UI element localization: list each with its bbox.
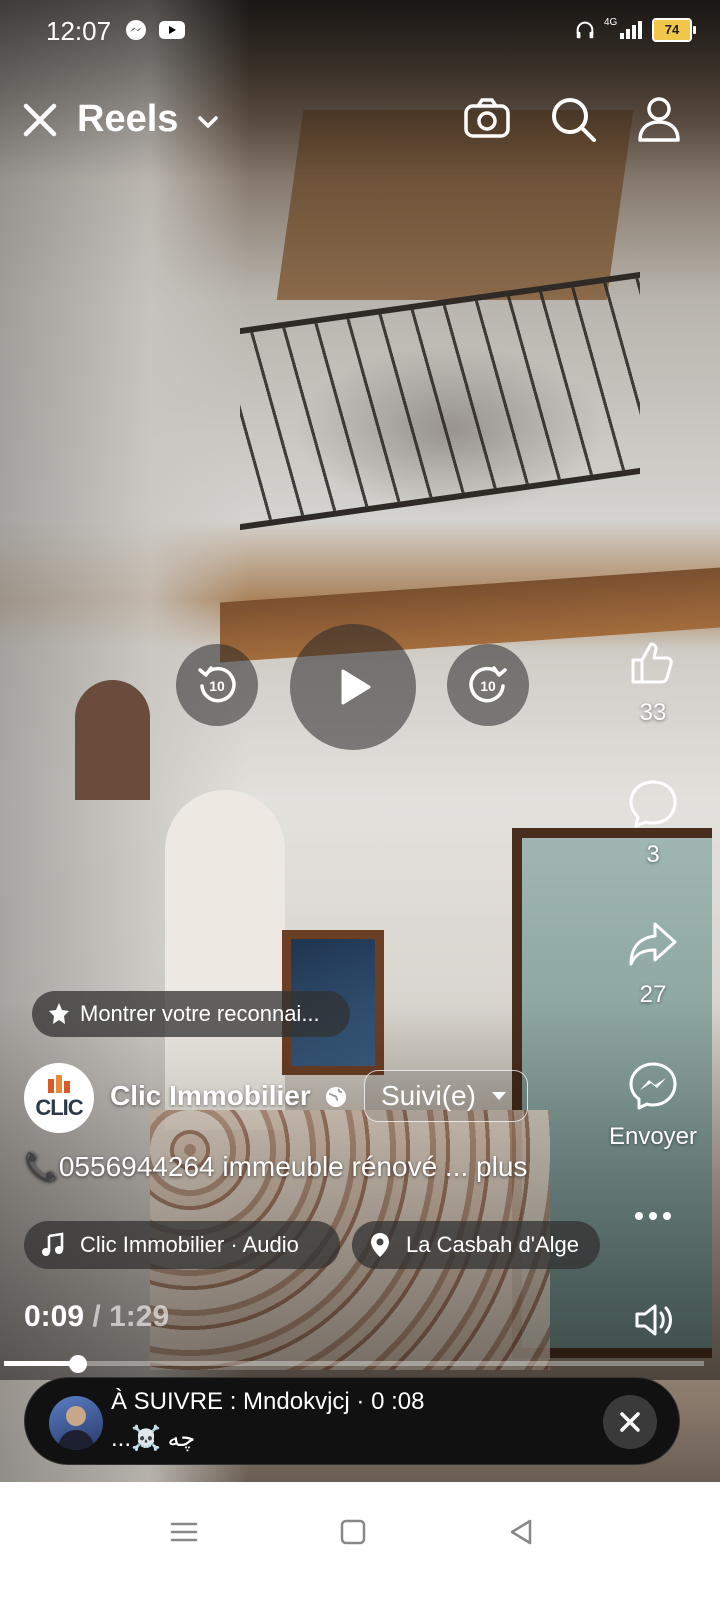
headphones-icon: [576, 21, 594, 39]
comment-action[interactable]: 3: [608, 778, 698, 869]
share-action[interactable]: 27: [608, 918, 698, 1009]
reels-header: Reels: [0, 88, 720, 158]
share-arrow-icon: [629, 922, 677, 966]
location-chip[interactable]: La Casbah d'Alge: [352, 1221, 600, 1269]
time-separator: /: [92, 1300, 101, 1333]
notification-icons: [124, 18, 186, 42]
audio-label: Clic Immobilier · Audio: [80, 1232, 299, 1257]
time-total: 1:29: [109, 1300, 170, 1333]
youtube-notification-icon: [159, 21, 185, 39]
up-next-avatar: [49, 1396, 103, 1450]
up-next-close-button[interactable]: [603, 1395, 657, 1449]
avatar-text: CLIC: [35, 1095, 83, 1120]
audio-chip[interactable]: Clic Immobilier · Audio: [24, 1221, 340, 1269]
progress-bar[interactable]: [4, 1355, 704, 1373]
progress-fill: [4, 1361, 79, 1366]
like-count: 33: [639, 699, 667, 726]
more-options-button[interactable]: [608, 1206, 698, 1231]
close-icon[interactable]: [20, 100, 60, 140]
messenger-icon: [629, 1062, 677, 1110]
close-icon: [620, 1412, 640, 1432]
play-button[interactable]: [290, 624, 416, 750]
more-dots-icon: [635, 1212, 671, 1220]
battery-icon: 74: [652, 18, 696, 42]
rewind-icon: 10: [198, 666, 236, 703]
status-time: 12:07: [46, 16, 112, 46]
reel-caption[interactable]: 📞0556944264 immeuble rénové ... plus: [24, 1150, 527, 1183]
rewind-label: 10: [209, 678, 225, 694]
comment-count: 3: [646, 841, 660, 868]
menu-icon[interactable]: [164, 1512, 204, 1552]
playback-time: 0:09 / 1:29: [24, 1300, 169, 1334]
forward-10-button[interactable]: 10: [447, 644, 529, 726]
send-action[interactable]: Envoyer: [608, 1060, 698, 1151]
signal-icon: 4G: [604, 17, 642, 39]
account-name[interactable]: Clic Immobilier: [110, 1080, 311, 1112]
network-type: 4G: [604, 17, 618, 28]
page-title[interactable]: Reels: [77, 98, 178, 141]
like-action[interactable]: 33: [608, 636, 698, 727]
location-label: La Casbah d'Alge: [406, 1232, 579, 1257]
messenger-notification-icon: [126, 20, 146, 40]
music-note-icon: [42, 1232, 64, 1256]
video-scene-niche: [75, 680, 150, 800]
caret-down-icon: [491, 1092, 506, 1100]
chevron-down-icon[interactable]: [194, 108, 222, 136]
follow-label: Suivi(e): [381, 1080, 476, 1111]
up-next-subtitle: ...☠️ چه: [111, 1425, 196, 1452]
volume-button[interactable]: [608, 1298, 698, 1347]
system-navigation-bar: [0, 1482, 720, 1600]
home-square-icon[interactable]: [333, 1512, 373, 1552]
up-next-card[interactable]: À SUIVRE : Mndokvjcj · 0 :08 ...☠️ چه: [24, 1377, 680, 1465]
send-label: Envoyer: [608, 1123, 698, 1150]
camera-icon[interactable]: [462, 94, 512, 144]
thumbs-up-icon: [631, 642, 673, 684]
search-icon[interactable]: [548, 94, 598, 144]
status-right: 4G 74: [574, 17, 696, 42]
play-icon: [341, 669, 371, 705]
person-avatar-icon: [57, 1406, 95, 1450]
comment-icon: [629, 780, 677, 828]
time-current: 0:09: [24, 1300, 85, 1333]
status-bar: 12:07 4G 74: [0, 0, 720, 62]
speaker-icon: [635, 1304, 672, 1336]
forward-icon: 10: [469, 666, 507, 703]
profile-icon[interactable]: [634, 94, 684, 144]
recognition-chip[interactable]: Montrer votre reconnai...: [32, 991, 350, 1037]
back-triangle-icon[interactable]: [502, 1512, 542, 1552]
forward-label: 10: [480, 678, 496, 694]
share-count: 27: [639, 981, 667, 1008]
rewind-10-button[interactable]: 10: [176, 644, 258, 726]
location-pin-icon: [371, 1233, 389, 1257]
follow-button[interactable]: Suivi(e): [364, 1070, 528, 1122]
up-next-title: À SUIVRE : Mndokvjcj · 0 :08: [111, 1388, 425, 1415]
globe-icon: [326, 1087, 346, 1107]
avatar[interactable]: CLIC: [24, 1063, 94, 1133]
badge-star-icon: [49, 1003, 69, 1024]
recognition-chip-label: Montrer votre reconnai...: [80, 1001, 320, 1026]
